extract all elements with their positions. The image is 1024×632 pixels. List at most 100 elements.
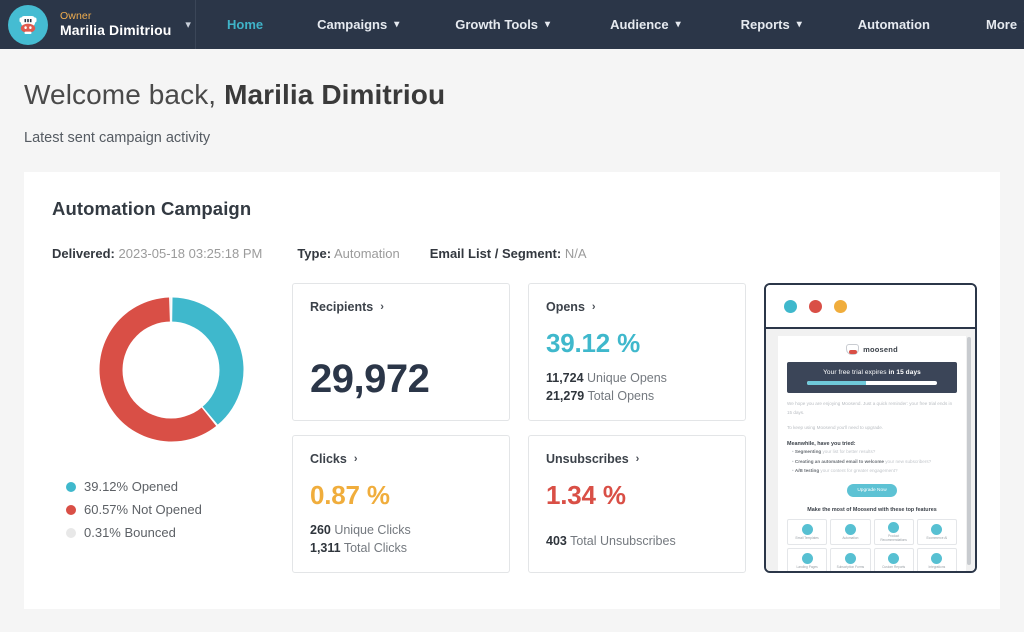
preview-features-grid: Email Templates Automation Product Recomme… bbox=[787, 519, 957, 571]
nav-item-growth-tools-label: Growth Tools bbox=[455, 17, 539, 32]
chart-legend: 39.12% Opened 60.57% Not Opened 0.31% Bo… bbox=[52, 479, 290, 540]
campaign-meta-type: Type: Automation bbox=[297, 246, 399, 261]
window-dot-red-icon bbox=[809, 299, 822, 313]
preview-email-body: moosend Your free trial expires in 15 da… bbox=[766, 329, 975, 571]
stat-card-clicks-header[interactable]: Clicks › bbox=[310, 452, 492, 466]
preview-brand-name: moosend bbox=[863, 345, 898, 354]
legend-swatch-not-opened bbox=[66, 504, 76, 515]
nav-item-home[interactable]: Home bbox=[220, 0, 270, 49]
window-dot-yellow-icon bbox=[834, 299, 847, 313]
preview-trial-progress-fill bbox=[807, 381, 866, 385]
preview-bullet-3-rest: your content for greater engagement? bbox=[819, 468, 898, 474]
preview-feature-cell: Product Recommendations bbox=[873, 519, 914, 546]
preview-feature-icon bbox=[888, 521, 900, 533]
campaign-meta-delivered: Delivered: 2023-05-18 03:25:18 PM bbox=[52, 246, 262, 261]
preview-window-titlebar bbox=[766, 285, 975, 329]
preview-feature-icon bbox=[931, 523, 943, 535]
chevron-down-icon: ▾ bbox=[545, 19, 551, 30]
legend-label-not-opened: 60.57% Not Opened bbox=[84, 502, 202, 517]
chevron-down-icon[interactable]: ▾ bbox=[185, 18, 191, 31]
preview-feature-cell: Integrations bbox=[916, 548, 957, 571]
top-navigation-bar: Owner Marilia Dimitriou ▾ Home Campaigns… bbox=[0, 0, 1024, 49]
stat-card-unsubscribes-details: 403 Total Unsubscribes bbox=[546, 532, 676, 550]
nav-item-audience[interactable]: Audience ▾ bbox=[603, 0, 688, 49]
preview-trial-text-strong: in 15 days bbox=[888, 369, 921, 376]
preview-bullet-1: • Segmenting your list for better result… bbox=[792, 449, 876, 455]
campaign-meta-delivered-label: Delivered: bbox=[52, 246, 115, 261]
preview-scrollbar[interactable] bbox=[967, 337, 971, 565]
nav-item-reports-label: Reports bbox=[740, 17, 790, 32]
legend-item-bounced: 0.31% Bounced bbox=[66, 525, 290, 540]
preview-feature-label: Automation bbox=[842, 535, 859, 540]
preview-feature-cell: Landing Pages bbox=[787, 548, 828, 571]
stat-card-recipients-value: 29,972 bbox=[310, 357, 430, 401]
legend-label-bounced: 0.31% Bounced bbox=[84, 525, 176, 540]
stat-card-clicks-total-value: 1,311 bbox=[310, 540, 341, 555]
campaign-name: Automation Campaign bbox=[52, 198, 252, 219]
stat-card-opens-header[interactable]: Opens › bbox=[546, 300, 728, 314]
page-subtitle: Latest sent campaign activity bbox=[24, 130, 211, 146]
stat-card-recipients[interactable]: Recipients › 29,972 bbox=[292, 283, 510, 421]
stat-card-unsubscribes-percent: 1.34 % bbox=[546, 480, 626, 510]
nav-item-campaigns[interactable]: Campaigns ▾ bbox=[310, 0, 406, 49]
chevron-down-icon: ▾ bbox=[796, 19, 802, 30]
opens-donut-chart bbox=[89, 287, 254, 452]
chevron-right-icon[interactable]: › bbox=[592, 301, 596, 313]
welcome-prefix: Welcome back, bbox=[24, 79, 225, 110]
legend-label-opened: 39.12% Opened bbox=[84, 479, 178, 494]
stat-card-clicks-label: Clicks bbox=[310, 452, 347, 466]
nav-item-more-label: More bbox=[986, 17, 1018, 32]
email-preview-thumbnail[interactable]: moosend Your free trial expires in 15 da… bbox=[764, 283, 977, 573]
stat-card-clicks[interactable]: Clicks › 0.87 % 260 Unique Clicks 1,311 … bbox=[292, 435, 510, 573]
stat-card-clicks-unique: 260 Unique Clicks bbox=[310, 521, 411, 539]
preview-bullet-1-rest: your list for better results? bbox=[821, 449, 876, 455]
chevron-down-icon: ▾ bbox=[394, 19, 400, 30]
chevron-right-icon[interactable]: › bbox=[380, 301, 384, 313]
stats-grid: Recipients › 29,972 Opens › 39.12 % 11,7… bbox=[292, 283, 746, 573]
campaign-meta-list-label: Email List / Segment: bbox=[429, 246, 562, 261]
account-switcher[interactable]: Owner Marilia Dimitriou ▾ bbox=[0, 0, 196, 49]
nav-item-automation-label: Automation bbox=[857, 17, 930, 32]
nav-item-audience-label: Audience bbox=[610, 17, 669, 32]
stat-card-opens-unique: 11,724 Unique Opens bbox=[546, 369, 667, 387]
account-role: Owner bbox=[60, 10, 92, 23]
stat-card-recipients-header[interactable]: Recipients › bbox=[310, 300, 492, 314]
preview-email-content: moosend Your free trial expires in 15 da… bbox=[778, 336, 966, 571]
preview-feature-icon bbox=[888, 552, 900, 564]
nav-item-growth-tools[interactable]: Growth Tools ▾ bbox=[448, 0, 557, 49]
preview-bullet-3: • A/B testing your content for greater e… bbox=[792, 468, 898, 474]
nav-item-automation[interactable]: Automation bbox=[851, 0, 937, 49]
preview-feature-cell: Custom Reports bbox=[873, 548, 914, 571]
welcome-user-name: Marilia Dimitriou bbox=[224, 79, 446, 110]
preview-bullet-3-strong: A/B testing bbox=[794, 468, 820, 474]
stat-card-unsubscribes[interactable]: Unsubscribes › 1.34 % 403 Total Unsubscr… bbox=[528, 435, 746, 573]
stat-card-opens-total: 21,279 Total Opens bbox=[546, 387, 667, 405]
preview-upgrade-now-button[interactable]: Upgrade Now bbox=[847, 484, 897, 498]
chevron-down-icon: ▾ bbox=[675, 19, 681, 30]
preview-trial-banner: Your free trial expires in 15 days bbox=[787, 362, 957, 393]
stat-card-unsubscribes-header[interactable]: Unsubscribes › bbox=[546, 452, 728, 466]
moosend-cow-logo-icon[interactable] bbox=[8, 4, 48, 45]
page-title: Welcome back, Marilia Dimitriou bbox=[24, 49, 1000, 111]
chevron-right-icon[interactable]: › bbox=[636, 453, 640, 465]
stat-card-opens[interactable]: Opens › 39.12 % 11,724 Unique Opens 21,2… bbox=[528, 283, 746, 421]
stat-card-opens-unique-value: 11,724 bbox=[546, 370, 584, 385]
preview-feature-icon bbox=[931, 552, 943, 564]
stat-card-opens-total-value: 21,279 bbox=[546, 388, 585, 403]
nav-item-campaigns-label: Campaigns bbox=[317, 17, 388, 32]
preview-feature-label: Email Templates bbox=[795, 535, 819, 540]
stat-card-unsubscribes-total-value: 403 bbox=[546, 533, 567, 548]
stat-card-unsubscribes-label: Unsubscribes bbox=[546, 452, 629, 466]
nav-item-reports[interactable]: Reports ▾ bbox=[734, 0, 809, 49]
chevron-right-icon[interactable]: › bbox=[354, 453, 358, 465]
preview-bullet-1-strong: Segmenting bbox=[794, 449, 822, 455]
preview-feature-label: Landing Pages bbox=[796, 564, 818, 569]
nav-item-more[interactable]: More ▾ bbox=[979, 0, 1024, 49]
stat-card-opens-details: 11,724 Unique Opens 21,279 Total Opens bbox=[546, 369, 667, 405]
legend-item-not-opened: 60.57% Not Opened bbox=[66, 502, 290, 517]
legend-item-opened: 39.12% Opened bbox=[66, 479, 290, 494]
preview-paragraph-2: To keep using Moosend you'll need to upg… bbox=[787, 425, 884, 431]
campaign-meta-type-value: Automation bbox=[333, 246, 400, 261]
primary-nav-links: Home Campaigns ▾ Growth Tools ▾ Audience… bbox=[196, 0, 1024, 49]
donut-center-hole bbox=[122, 321, 220, 418]
